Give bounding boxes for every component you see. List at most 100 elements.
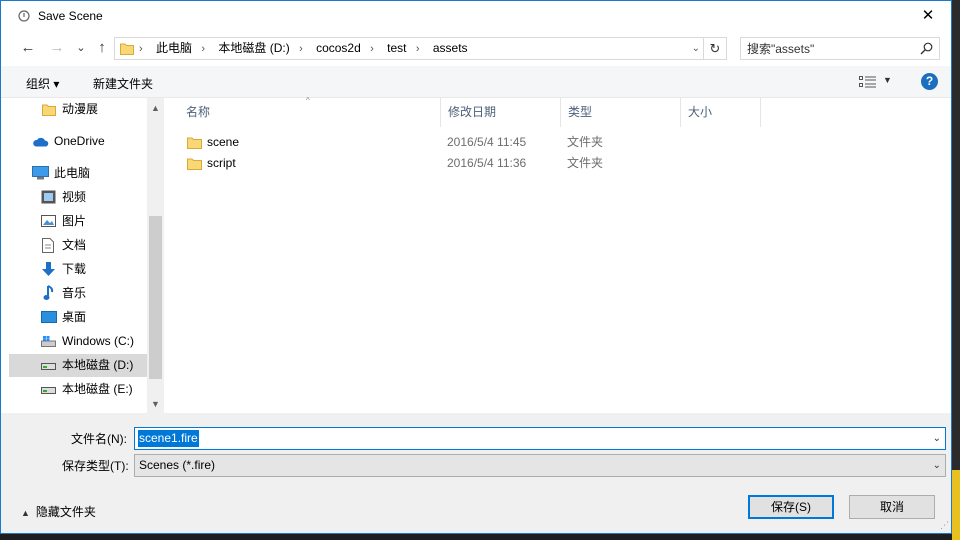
filename-field[interactable]: scene1.fire ⌄ (134, 427, 946, 450)
computer-icon (32, 166, 49, 180)
scroll-down-icon[interactable]: ▼ (147, 396, 164, 413)
nav-item-videos[interactable]: 视频 (9, 186, 147, 209)
breadcrumb-separator-icon[interactable]: › (299, 39, 303, 60)
filename-dropdown-icon[interactable]: ⌄ (933, 428, 941, 449)
file-row-scene[interactable]: scene 2016/5/4 11:45 文件夹 (182, 132, 742, 153)
search-icon[interactable] (920, 42, 933, 55)
nav-item-windows-c[interactable]: Windows (C:) (9, 330, 147, 353)
background-window-accent (952, 470, 960, 540)
folder-icon (187, 137, 202, 149)
drive-icon (41, 387, 56, 394)
breadcrumb: › 此电脑 › 本地磁盘 (D:) › cocos2d › test › ass… (139, 38, 474, 59)
nav-item-desktop[interactable]: 桌面 (9, 306, 147, 329)
nav-item-label: OneDrive (54, 134, 105, 148)
breadcrumb-separator-icon[interactable]: › (416, 39, 420, 60)
nav-item-label: 文档 (62, 238, 87, 252)
nav-item-label: Windows (C:) (62, 334, 135, 348)
file-list: ^ 名称 修改日期 类型 大小 scene 2016/5/4 11:45 文件夹… (164, 96, 951, 413)
nav-scrollbar[interactable]: ▲ ▼ (147, 98, 164, 413)
breadcrumb-separator-icon: › (139, 43, 143, 55)
picture-icon (41, 215, 56, 227)
window-title: Save Scene (38, 9, 103, 23)
file-modified: 2016/5/4 11:45 (447, 135, 527, 149)
breadcrumb-item[interactable]: assets (433, 38, 468, 59)
breadcrumb-item[interactable]: cocos2d (316, 38, 361, 59)
filetype-select[interactable]: Scenes (*.fire) ⌄ (134, 454, 946, 477)
title-bar: Save Scene ✕ (1, 1, 951, 32)
organize-button[interactable]: 组织 ▾ (26, 75, 59, 92)
up-button[interactable]: ↑ (92, 38, 112, 58)
column-header-size[interactable]: 大小 (681, 98, 761, 127)
help-button[interactable]: ? (921, 73, 938, 90)
breadcrumb-separator-icon[interactable]: › (370, 39, 374, 60)
address-bar[interactable]: › 此电脑 › 本地磁盘 (D:) › cocos2d › test › ass… (114, 37, 727, 60)
cloud-icon (33, 137, 49, 147)
file-type: 文件夹 (567, 135, 604, 149)
save-button[interactable]: 保存(S) (748, 495, 834, 519)
chevron-up-icon: ▲ (21, 508, 30, 518)
nav-item-local-disk-d[interactable]: 本地磁盘 (D:) (9, 354, 147, 377)
refresh-button[interactable]: ↻ (703, 38, 726, 59)
scrollbar-thumb[interactable] (149, 216, 162, 379)
save-dialog: Save Scene ✕ ← → ⌄ ↑ › 此电脑 › 本地磁盘 (D:) ›… (0, 0, 952, 534)
file-name: script (207, 156, 236, 170)
nav-item-label: 下载 (62, 262, 87, 276)
hide-folders-toggle[interactable]: ▲ 隐藏文件夹 (21, 503, 96, 520)
windows-drive-icon (41, 336, 56, 347)
breadcrumb-item[interactable]: 本地磁盘 (D:) (218, 38, 289, 59)
command-bar: 组织 ▾ 新建文件夹 ▼ ? (1, 66, 951, 98)
column-header-type[interactable]: 类型 (561, 98, 681, 127)
back-button[interactable]: ← (18, 38, 38, 58)
nav-item-pictures[interactable]: 图片 (9, 210, 147, 233)
view-dropdown-icon[interactable]: ▼ (883, 75, 892, 85)
nav-item-label: 此电脑 (54, 166, 91, 180)
close-button[interactable]: ✕ (905, 1, 951, 32)
nav-item-label: 动漫展 (62, 102, 99, 116)
breadcrumb-item[interactable]: 此电脑 (156, 38, 192, 59)
view-options-icon[interactable] (859, 75, 877, 89)
nav-item-local-disk-e[interactable]: 本地磁盘 (E:) (9, 378, 147, 401)
new-folder-button[interactable]: 新建文件夹 (93, 75, 153, 92)
filetype-label: 保存类型(T): (62, 459, 129, 473)
search-box[interactable] (740, 37, 940, 60)
file-row-script[interactable]: script 2016/5/4 11:36 文件夹 (182, 153, 742, 174)
breadcrumb-item[interactable]: test (387, 38, 406, 59)
hide-folders-label: 隐藏文件夹 (35, 505, 96, 519)
nav-item-label: 本地磁盘 (D:) (62, 358, 134, 372)
folder-icon (187, 158, 202, 170)
folder-icon (120, 43, 134, 55)
music-icon (43, 285, 54, 300)
download-icon (42, 262, 55, 276)
nav-item-documents[interactable]: 文档 (9, 234, 147, 257)
nav-item-label: 音乐 (62, 286, 87, 300)
filename-label: 文件名(N): (71, 432, 127, 446)
scroll-up-icon[interactable]: ▲ (147, 100, 164, 117)
filename-value[interactable]: scene1.fire (138, 430, 199, 447)
video-icon (41, 190, 56, 204)
file-type: 文件夹 (567, 156, 604, 170)
address-row: ← → ⌄ ↑ › 此电脑 › 本地磁盘 (D:) › cocos2d › te… (1, 32, 951, 66)
save-options-panel: 文件名(N): scene1.fire ⌄ 保存类型(T): Scenes (*… (1, 413, 951, 533)
document-icon (42, 238, 54, 253)
recent-locations-button[interactable]: ⌄ (71, 38, 91, 58)
breadcrumb-separator-icon[interactable]: › (201, 39, 205, 60)
drive-icon (41, 363, 56, 370)
column-header-name[interactable]: 名称 (179, 98, 441, 127)
filetype-dropdown-icon[interactable]: ⌄ (933, 455, 941, 476)
file-name: scene (207, 135, 240, 149)
nav-item-anime-expo[interactable]: 动漫展 (9, 98, 147, 121)
resize-grip-icon[interactable]: ⋰ (940, 520, 949, 531)
desktop-icon (41, 311, 57, 323)
forward-button[interactable]: → (47, 38, 67, 58)
search-input[interactable] (747, 40, 907, 57)
nav-item-label: 桌面 (62, 310, 87, 324)
nav-item-music[interactable]: 音乐 (9, 282, 147, 305)
nav-item-downloads[interactable]: 下载 (9, 258, 147, 281)
nav-item-onedrive[interactable]: OneDrive (9, 130, 147, 153)
address-dropdown-icon[interactable]: ⌄ (692, 38, 700, 59)
nav-item-this-pc[interactable]: 此电脑 (9, 162, 147, 185)
column-header-modified[interactable]: 修改日期 (441, 98, 561, 127)
nav-item-label: 视频 (62, 190, 87, 204)
cancel-button[interactable]: 取消 (849, 495, 935, 519)
nav-item-label: 本地磁盘 (E:) (62, 382, 133, 396)
